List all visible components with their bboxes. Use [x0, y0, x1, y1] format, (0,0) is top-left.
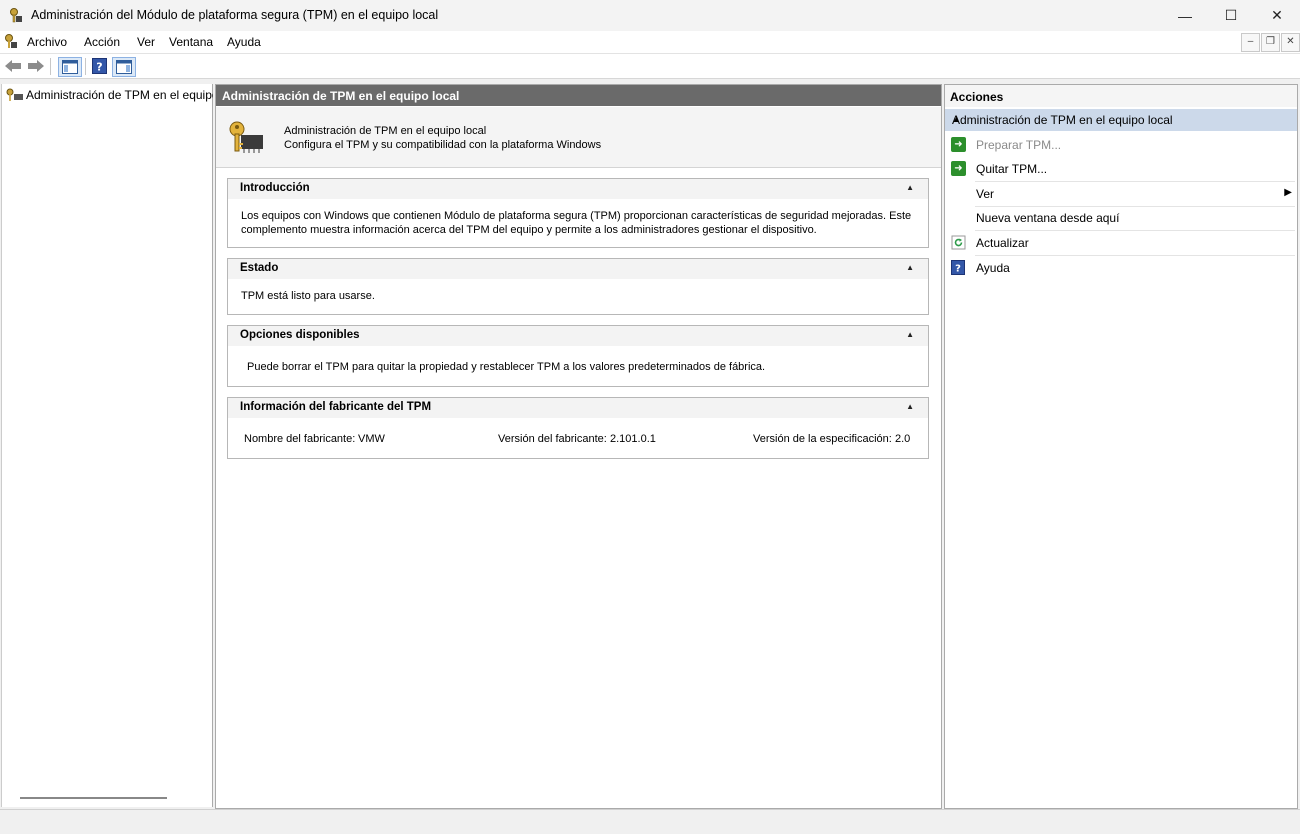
horizontal-scrollbar[interactable] — [20, 797, 167, 799]
action-label: Ver — [976, 187, 995, 201]
show-console-tree-icon[interactable] — [58, 57, 82, 77]
title-bar: Administración del Módulo de plataforma … — [0, 0, 1300, 31]
mdi-restore-button[interactable]: ❐ — [1261, 33, 1280, 52]
collapse-caret-icon[interactable]: ▲ — [906, 263, 914, 272]
action-label: Nueva ventana desde aquí — [976, 211, 1120, 225]
actions-group-header[interactable]: Administración de TPM en el equipo local… — [945, 109, 1297, 131]
status-bar — [0, 809, 1300, 834]
action-ver[interactable]: Ver ▶ — [945, 182, 1297, 206]
toolbar: ? — [0, 54, 1300, 79]
run-action-icon: ➜ — [951, 137, 966, 152]
menu-accion[interactable]: Acción — [84, 35, 120, 49]
forward-arrow-icon[interactable] — [27, 57, 45, 75]
section-introduccion: Introducción ▲ Los equipos con Windows q… — [227, 178, 929, 248]
mdi-close-button[interactable]: ✕ — [1281, 33, 1300, 52]
intro-text-line-1: Los equipos con Windows que contienen Mó… — [241, 210, 912, 222]
refresh-icon — [951, 235, 966, 250]
help-icon: ? — [951, 260, 966, 275]
action-label: Actualizar — [976, 236, 1029, 250]
menu-bar: Archivo Acción Ver Ventana Ayuda — [0, 31, 1300, 54]
intro-banner: Administración de TPM en el equipo local… — [216, 107, 941, 168]
section-header[interactable]: Opciones disponibles ▲ — [228, 326, 928, 346]
intro-subtitle: Configura el TPM y su compatibilidad con… — [284, 139, 602, 151]
result-pane-header: Administración de TPM en el equipo local — [216, 85, 941, 106]
action-actualizar[interactable]: Actualizar — [945, 231, 1297, 255]
submenu-arrow-icon: ▶ — [1284, 187, 1292, 198]
mdi-minimize-button[interactable]: – — [1241, 33, 1260, 52]
toolbar-separator — [85, 58, 86, 75]
result-pane: Administración de TPM en el equipo local… — [215, 84, 942, 809]
action-label: Preparar TPM... — [976, 138, 1062, 152]
action-label: Ayuda — [976, 261, 1010, 275]
options-text: Puede borrar el TPM para quitar la propi… — [247, 361, 766, 373]
maximize-button[interactable]: ☐ — [1208, 0, 1254, 31]
help-icon[interactable]: ? — [90, 57, 108, 75]
menu-ver[interactable]: Ver — [137, 35, 155, 49]
action-ayuda[interactable]: ? Ayuda — [945, 256, 1297, 280]
section-header[interactable]: Introducción ▲ — [228, 179, 928, 199]
app-icon — [9, 8, 23, 23]
menu-ventana[interactable]: Ventana — [169, 35, 213, 49]
section-title: Introducción — [240, 182, 310, 194]
run-action-icon: ➜ — [951, 161, 966, 176]
section-title: Estado — [240, 262, 279, 274]
svg-text:?: ? — [955, 264, 961, 275]
back-arrow-icon[interactable] — [4, 57, 22, 75]
result-pane-title: Administración de TPM en el equipo local — [222, 89, 460, 103]
intro-title: Administración de TPM en el equipo local — [284, 125, 487, 137]
spec-version-value: 2.0 — [895, 433, 911, 445]
action-label: Quitar TPM... — [976, 162, 1048, 176]
action-quitar-tpm[interactable]: ➜ Quitar TPM... — [945, 157, 1297, 181]
svg-text:?: ? — [96, 61, 102, 74]
console-tree: Administración de TPM en el equipo local — [1, 84, 213, 807]
tree-item-label: Administración de TPM en el equipo local — [26, 88, 213, 102]
manufacturer-version-label: Versión del fabricante: — [498, 433, 607, 445]
collapse-caret-icon[interactable]: ▲ — [906, 330, 914, 339]
section-fabricante: Información del fabricante del TPM ▲ Nom… — [227, 397, 929, 459]
minimize-button[interactable]: — — [1162, 0, 1208, 31]
section-header[interactable]: Estado ▲ — [228, 259, 928, 279]
intro-text-line-2: complemento muestra información acerca d… — [241, 223, 817, 236]
actions-pane: Acciones Administración de TPM en el equ… — [944, 84, 1298, 809]
action-nueva-ventana[interactable]: Nueva ventana desde aquí — [945, 206, 1297, 230]
section-body: Los equipos con Windows que contienen Mó… — [241, 210, 921, 237]
menu-ayuda[interactable]: Ayuda — [227, 35, 261, 49]
section-header[interactable]: Información del fabricante del TPM ▲ — [228, 398, 928, 418]
toolbar-separator — [50, 58, 51, 75]
actions-header: Acciones — [945, 85, 1297, 107]
tpm-chip-key-icon — [229, 121, 265, 158]
actions-title: Acciones — [950, 90, 1004, 104]
manufacturer-version-value: 2.101.0.1 — [610, 433, 656, 445]
collapse-up-icon[interactable]: ▲ — [952, 114, 1289, 124]
collapse-caret-icon[interactable]: ▲ — [906, 402, 914, 411]
menu-archivo[interactable]: Archivo — [27, 35, 67, 49]
close-button[interactable]: ✕ — [1254, 0, 1300, 31]
collapse-caret-icon[interactable]: ▲ — [906, 183, 914, 192]
manufacturer-name-value: VMW — [358, 433, 385, 445]
section-title: Información del fabricante del TPM — [240, 401, 432, 413]
tree-item-tpm[interactable]: Administración de TPM en el equipo local — [4, 87, 213, 103]
section-opciones: Opciones disponibles ▲ Puede borrar el T… — [227, 325, 929, 387]
status-text: TPM está listo para usarse. — [241, 290, 375, 302]
action-preparar-tpm[interactable]: ➜ Preparar TPM... — [945, 133, 1297, 157]
tpm-key-icon — [6, 88, 24, 103]
mmc-doc-icon[interactable] — [4, 34, 18, 49]
window-title: Administración del Módulo de plataforma … — [31, 8, 439, 22]
section-title: Opciones disponibles — [240, 329, 360, 341]
section-estado: Estado ▲ TPM está listo para usarse. — [227, 258, 929, 315]
manufacturer-name-label: Nombre del fabricante: — [244, 433, 356, 445]
show-action-pane-icon[interactable] — [112, 57, 136, 77]
spec-version-label: Versión de la especificación: — [753, 433, 892, 445]
